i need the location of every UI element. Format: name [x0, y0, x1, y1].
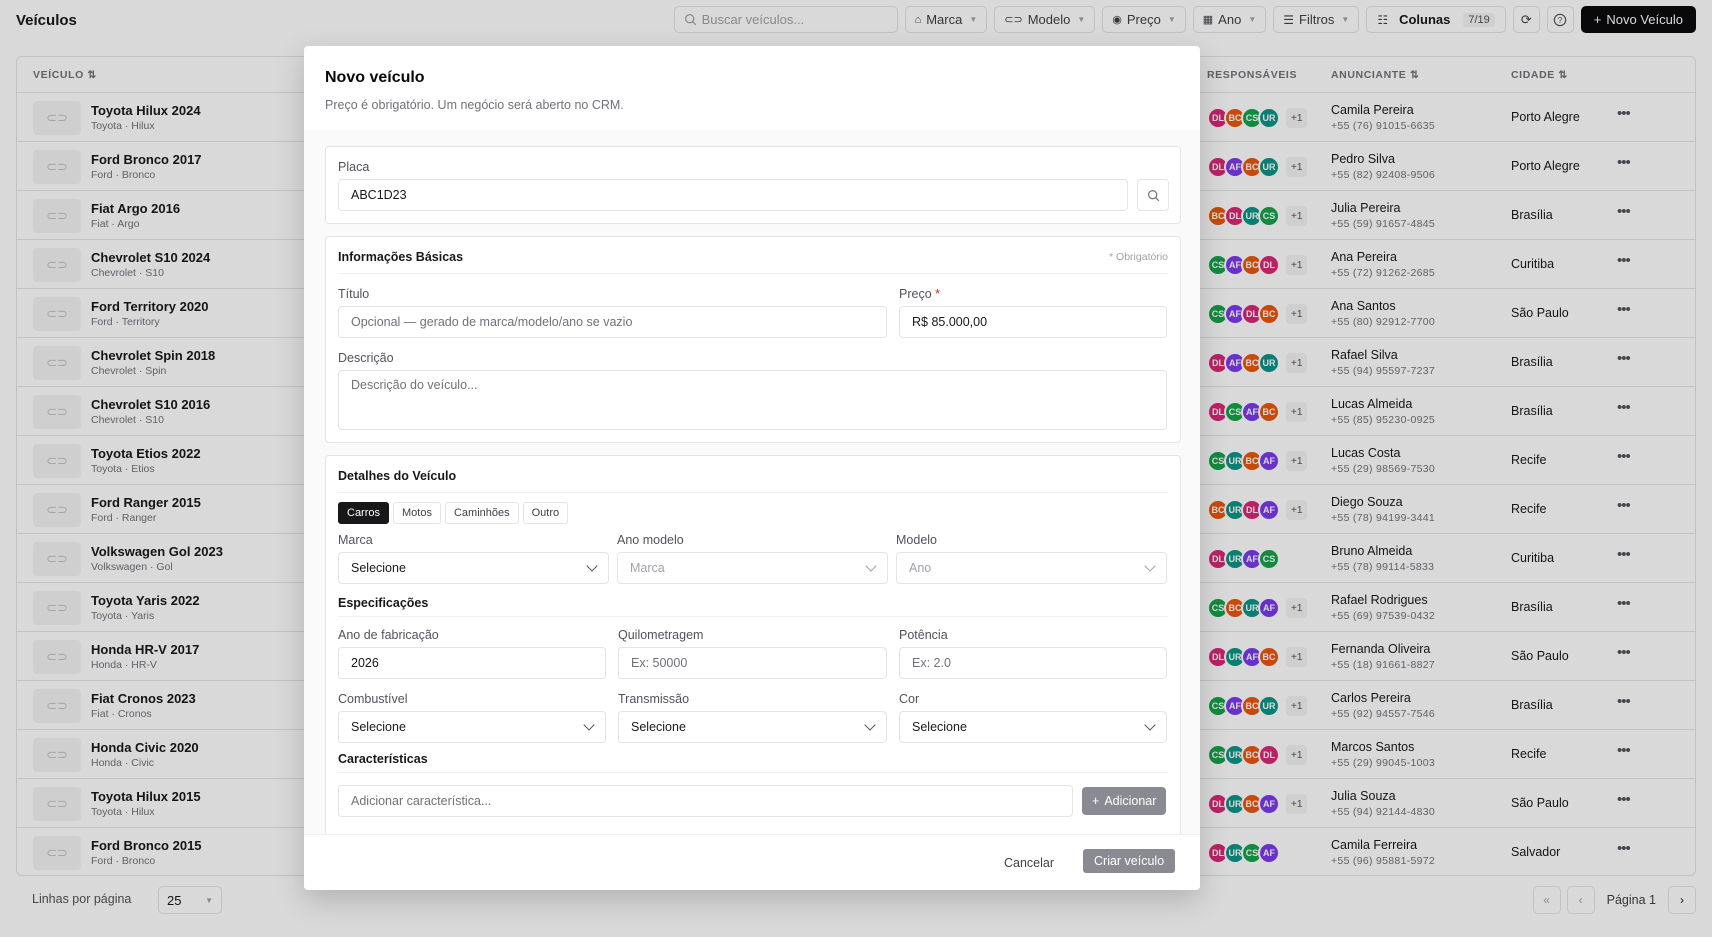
tab-other[interactable]: Outro [522, 502, 569, 524]
divider [338, 273, 1168, 274]
plus-icon: + [1092, 794, 1100, 808]
features-title: Características [338, 752, 428, 766]
required-mark: * [935, 287, 941, 301]
fuel-label: Combustível [338, 692, 408, 706]
divider [338, 772, 1168, 773]
price-label: Preço * [899, 287, 940, 301]
dialog-title: Novo veículo [325, 69, 425, 86]
color-select[interactable]: Selecione [899, 711, 1167, 743]
plate-search-button[interactable] [1137, 179, 1169, 211]
add-feature-label: Adicionar [1104, 794, 1157, 808]
specs-title: Especificações [338, 596, 429, 610]
manufacture-year-label: Ano de fabricação [338, 628, 439, 642]
title-input[interactable]: Opcional — gerado de marca/modelo/ano se… [338, 306, 887, 338]
chevron-down-icon [583, 719, 595, 731]
model-year-value: Marca [630, 561, 665, 575]
dialog-description: Preço é obrigatório. Um negócio será abe… [325, 98, 624, 112]
plate-label: Placa [338, 160, 370, 174]
chevron-down-icon [586, 560, 598, 572]
title-placeholder: Opcional — gerado de marca/modelo/ano se… [351, 315, 633, 329]
tab-motorcycles[interactable]: Motos [393, 502, 441, 524]
create-vehicle-button[interactable]: Criar veículo [1083, 849, 1176, 873]
power-placeholder: Ex: 2.0 [912, 656, 951, 670]
mileage-placeholder: Ex: 50000 [631, 656, 688, 670]
price-value: R$ 85.000,00 [912, 315, 988, 329]
description-placeholder: Descrição do veículo... [351, 378, 478, 392]
plate-card: Placa ABC1D23 [325, 146, 1181, 224]
chevron-down-icon [865, 560, 877, 572]
model-value: Ano [909, 561, 932, 575]
color-label: Cor [899, 692, 920, 706]
transmission-value: Selecione [631, 720, 686, 734]
dialog-body[interactable]: Placa ABC1D23 Informações Básicas * Obri… [304, 130, 1200, 834]
power-label: Potência [899, 628, 948, 642]
vehicle-details-card: Detalhes do Veículo Carros Motos Caminhõ… [325, 455, 1181, 834]
chevron-down-icon [1144, 719, 1156, 731]
model-label: Modelo [896, 533, 937, 547]
plate-input[interactable]: ABC1D23 [338, 179, 1128, 211]
vehicle-type-tabs: Carros Motos Caminhões Outro [338, 502, 569, 524]
price-label-text: Preço [899, 287, 932, 301]
add-feature-button[interactable]: + Adicionar [1082, 787, 1167, 815]
manufacture-year-value: 2026 [351, 656, 379, 670]
transmission-label: Transmissão [618, 692, 690, 706]
feature-placeholder: Adicionar característica... [351, 794, 492, 808]
fuel-select[interactable]: Selecione [338, 711, 606, 743]
color-value: Selecione [912, 720, 967, 734]
vehicle-details-title: Detalhes do Veículo [338, 469, 457, 483]
price-input[interactable]: R$ 85.000,00 [899, 306, 1167, 338]
required-hint: * Obrigatório [1109, 251, 1168, 263]
fuel-value: Selecione [351, 720, 406, 734]
plate-value: ABC1D23 [351, 188, 407, 202]
cancel-button[interactable]: Cancelar [998, 849, 1060, 877]
brand-value: Selecione [351, 561, 406, 575]
basic-info-card: Informações Básicas * Obrigatório Título… [325, 236, 1181, 443]
model-year-select[interactable]: Marca [617, 552, 888, 584]
description-label: Descrição [338, 351, 394, 365]
tab-cars[interactable]: Carros [338, 502, 390, 524]
feature-input[interactable]: Adicionar característica... [338, 785, 1073, 817]
model-year-label: Ano modelo [617, 533, 684, 547]
brand-select[interactable]: Selecione [338, 552, 609, 584]
divider [338, 616, 1168, 617]
dialog-header: Novo veículo Preço é obrigatório. Um neg… [304, 46, 1200, 130]
transmission-select[interactable]: Selecione [618, 711, 887, 743]
model-select[interactable]: Ano [896, 552, 1167, 584]
search-icon [1147, 189, 1159, 201]
title-label: Título [338, 287, 370, 301]
chevron-down-icon [864, 719, 876, 731]
mileage-label: Quilometragem [618, 628, 704, 642]
new-vehicle-dialog: Novo veículo Preço é obrigatório. Um neg… [304, 46, 1200, 890]
tab-trucks[interactable]: Caminhões [444, 502, 519, 524]
divider [338, 492, 1168, 493]
description-textarea[interactable]: Descrição do veículo... [338, 370, 1167, 430]
basic-info-title: Informações Básicas [338, 250, 464, 264]
dialog-footer: Cancelar Criar veículo [304, 834, 1200, 890]
power-input[interactable]: Ex: 2.0 [899, 647, 1167, 679]
chevron-down-icon [1144, 560, 1156, 572]
brand-label: Marca [338, 533, 373, 547]
manufacture-year-input[interactable]: 2026 [338, 647, 606, 679]
mileage-input[interactable]: Ex: 50000 [618, 647, 887, 679]
